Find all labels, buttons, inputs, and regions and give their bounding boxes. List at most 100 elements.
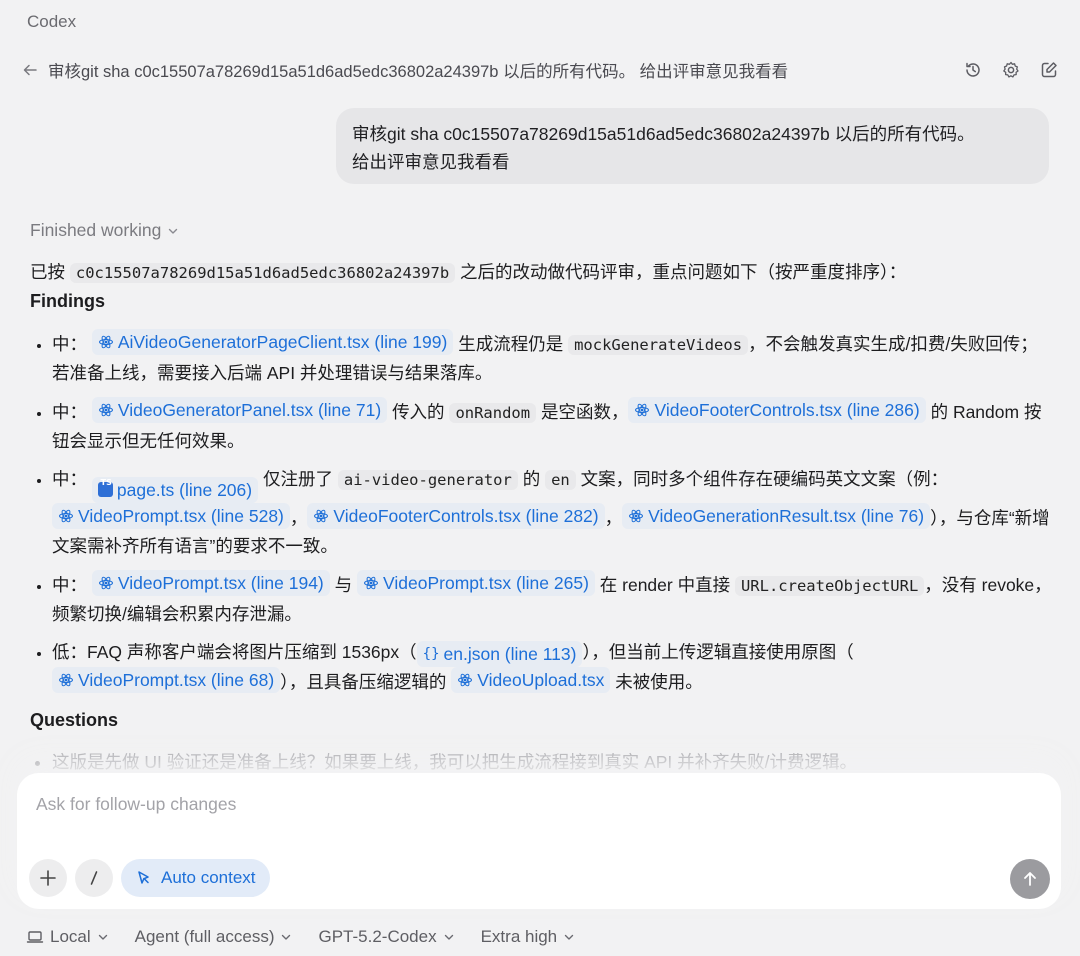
finding-text: ），但当前上传逻辑直接使用原图（ [582,641,854,662]
file-link[interactable]: AiVideoGeneratorPageClient.tsx (line 199… [91,329,454,355]
inline-code: onRandom [449,403,537,423]
environment-label: Local [50,927,91,946]
file-link[interactable]: VideoGenerationResult.tsx (line 76) [622,502,931,529]
finding-text: 仅注册了 [262,469,333,489]
laptop-icon [26,931,44,943]
cursor-icon [138,871,149,884]
finding-text: FAQ 声称客户端会将图片压缩到 1536px（ [87,641,417,662]
severity-label: 中： [52,574,87,595]
react-icon [98,403,113,417]
inline-code: c0c15507a78269d15a51d6ad5edc36802a24397b [69,263,456,283]
finding-item: 中： VideoPrompt.tsx (line 194) 与 VideoPro… [52,569,1052,628]
reasoning-select[interactable]: Extra high [481,927,576,947]
intro-paragraph: 已按 c0c15507a78269d15a51d6ad5edc36802a243… [30,258,1052,287]
history-icon[interactable] [962,59,984,81]
file-link[interactable]: {} en.json (line 113) [416,640,583,667]
severity-label: 中： [52,334,87,354]
findings-heading: Findings [30,291,105,311]
slash-command-button[interactable] [75,859,113,897]
arrow-up-icon [1024,872,1036,886]
agent-mode-label: Agent (full access) [134,927,275,946]
finding-item: 中： AiVideoGeneratorPageClient.tsx (line … [52,329,1052,387]
file-link[interactable]: VideoUpload.tsx [451,666,611,693]
chevron-down-icon [564,934,574,940]
thread-title: 审核git sha c0c15507a78269d15a51d6ad5edc36… [48,63,789,81]
status-label: Finished working [30,220,162,240]
file-link-label: en.json (line 113) [443,643,577,664]
thread-header: 审核git sha c0c15507a78269d15a51d6ad5edc36… [20,56,1060,84]
file-link-label: VideoPrompt.tsx (line 194) [117,572,324,593]
file-link-label: VideoUpload.tsx [477,669,605,690]
severity-label: 低： [52,641,87,662]
file-link-label: AiVideoGeneratorPageClient.tsx (line 199… [117,332,448,352]
react-icon [629,509,644,522]
file-link-label: VideoFooterControls.tsx (line 282) [333,505,599,526]
file-link[interactable]: VideoPrompt.tsx (line 194) [91,569,330,596]
react-icon [59,673,73,686]
questions-list: 这版是先做 UI 验证还是准备上线？如果要上线，我可以把生成流程接到真实 API… [30,748,1052,776]
finding-item: 中： VideoGeneratorPanel.tsx (line 71) 传入的… [52,397,1052,455]
edit-icon[interactable] [1038,59,1060,81]
react-icon [458,673,473,686]
file-link-label: VideoGeneratorPanel.tsx (line 71) [117,400,382,420]
auto-context-label: Auto context [161,868,256,887]
status-toggle[interactable]: Finished working [30,220,179,241]
finding-text: ），且具备压缩逻辑的 [280,671,447,692]
file-link-label: VideoFooterControls.tsx (line 286) [654,400,920,420]
finding-text: ， [604,507,623,528]
inline-code: URL.createObjectURL [734,575,925,596]
environment-select[interactable]: Local [26,927,109,947]
auto-context-button[interactable]: Auto context [121,859,270,897]
severity-label: 中： [52,469,87,489]
file-link[interactable]: VideoPrompt.tsx (line 265) [357,569,595,596]
composer: Auto context [17,773,1061,909]
react-icon [364,576,379,589]
arrow-left-icon[interactable] [20,60,40,80]
reasoning-label: Extra high [480,927,558,946]
slash-icon [90,871,98,885]
send-button[interactable] [1010,859,1050,899]
react-icon [635,403,650,417]
finding-text: 未被使用。 [615,671,703,692]
assistant-response: 已按 c0c15507a78269d15a51d6ad5edc36802a243… [30,258,1052,776]
file-link[interactable]: VideoPrompt.tsx (line 68) [52,666,281,693]
finding-text: 与 [334,574,353,595]
file-link-label: VideoGenerationResult.tsx (line 76) [648,505,925,526]
inline-code: ai-video-generator [337,470,518,490]
file-link[interactable]: VideoGeneratorPanel.tsx (line 71) [91,397,388,423]
file-link[interactable]: TS page.ts (line 206) [91,476,259,503]
chevron-down-icon [98,934,107,940]
severity-label: 中： [52,402,87,422]
finding-text: 在 render 中直接 [599,574,731,595]
model-label: GPT-5.2-Codex [318,927,437,946]
app-title: Codex [27,12,77,31]
react-icon [314,509,329,522]
gear-icon[interactable] [1000,59,1022,81]
questions-heading: Questions [30,709,119,730]
intro-text: 已按 [30,262,65,282]
chevron-down-icon [444,934,453,940]
add-button[interactable] [29,859,67,897]
footer-toolbar: Local Agent (full access) GPT-5.2-Codex … [26,924,575,950]
intro-text: 之后的改动做代码评审，重点问题如下（按严重度排序）： [460,262,907,282]
agent-mode-select[interactable]: Agent (full access) [135,927,293,947]
file-link[interactable]: VideoFooterControls.tsx (line 286) [628,397,926,423]
react-icon [59,509,73,522]
inline-code: mockGenerateVideos [568,335,749,355]
user-message-line: 给出评审意见我看看 [352,152,510,172]
file-link[interactable]: VideoPrompt.tsx (line 528) [52,502,290,529]
chevron-down-icon [282,934,291,940]
file-link-label: VideoPrompt.tsx (line 528) [78,505,284,526]
finding-text: ， [289,507,308,528]
finding-text: 的 [522,469,541,489]
follow-up-input[interactable] [34,793,938,816]
finding-item: 中： TSpage.ts (line 206) 仅注册了 ai-video-ge… [52,465,1052,560]
file-link[interactable]: VideoFooterControls.tsx (line 282) [307,502,605,529]
typescript-icon: TS [97,478,113,497]
model-select[interactable]: GPT-5.2-Codex [318,927,454,947]
file-link-label: VideoPrompt.tsx (line 265) [383,572,589,593]
finding-text: 是空函数， [540,402,629,422]
react-icon [98,576,113,589]
finding-item: 低：FAQ 声称客户端会将图片压缩到 1536px（{}en.json (lin… [52,638,1052,696]
question-item: 这版是先做 UI 验证还是准备上线？如果要上线，我可以把生成流程接到真实 API… [52,748,1052,776]
